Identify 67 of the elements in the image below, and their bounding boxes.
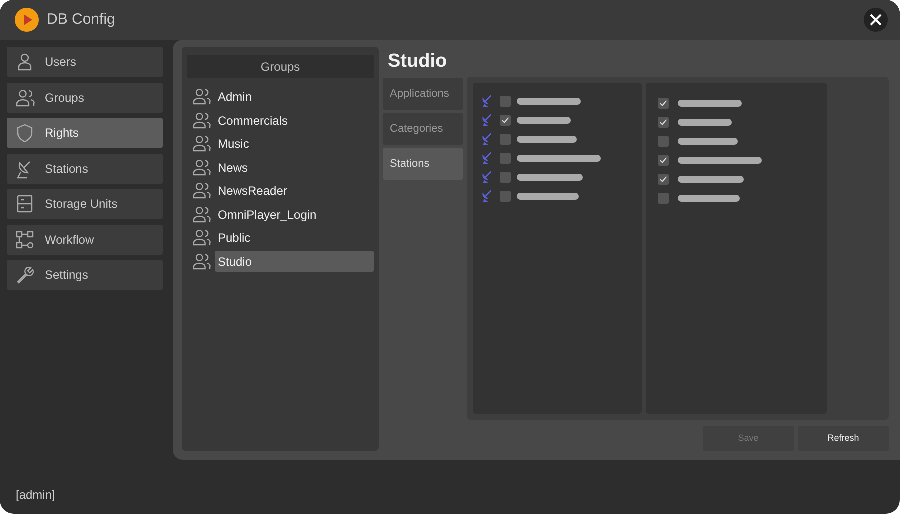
sidebar-item[interactable]: Stations [7, 154, 163, 184]
redacted-bar [517, 136, 577, 143]
redacted-bar [678, 195, 740, 202]
group-icon [192, 252, 211, 271]
group-item[interactable]: Public [215, 227, 374, 248]
group-icon [192, 181, 211, 200]
redacted-bar [517, 117, 571, 124]
sidebar-item[interactable]: Workflow [7, 224, 163, 254]
redacted-bar [678, 100, 742, 107]
group-icon [192, 158, 211, 177]
checkbox[interactable] [500, 153, 511, 164]
status-text: [admin] [15, 487, 56, 504]
checkbox[interactable] [658, 155, 669, 166]
checkbox[interactable] [658, 117, 669, 128]
checkbox[interactable] [500, 134, 511, 145]
redacted-bar [517, 98, 581, 105]
group-item[interactable]: Studio [215, 250, 374, 272]
group-item[interactable]: Admin [215, 86, 374, 108]
close-icon [870, 14, 882, 26]
redacted-bar [517, 193, 579, 200]
redacted-bar [517, 174, 583, 181]
group-icon [192, 134, 211, 154]
satellite-dish-icon [481, 133, 494, 146]
satellite-dish-icon [481, 114, 494, 127]
checkbox[interactable] [500, 96, 511, 107]
checkbox[interactable] [500, 115, 511, 126]
group-item[interactable]: News [215, 156, 374, 178]
refresh-button[interactable]: Refresh [798, 426, 889, 451]
checkbox[interactable] [658, 193, 669, 204]
list-header: Groups [187, 55, 374, 78]
sidebar-item[interactable]: Users [7, 47, 163, 77]
sidebar-item[interactable]: Storage Units [7, 189, 163, 219]
group-title: Studio [387, 50, 448, 74]
group-item[interactable]: Commercials [215, 110, 374, 131]
storage-icon [15, 194, 35, 214]
group-icon [192, 110, 211, 130]
sidebar-item[interactable]: Settings [7, 260, 163, 290]
group-item[interactable]: OmniPlayer_Login [215, 204, 374, 225]
wrench-icon [15, 265, 35, 285]
redacted-bar [678, 138, 738, 145]
play-logo-icon [15, 8, 39, 32]
sidebar-item[interactable]: Groups [7, 82, 163, 112]
window-title: DB Config [47, 10, 116, 30]
group-icon [192, 204, 211, 224]
checkbox[interactable] [500, 191, 511, 202]
checkbox[interactable] [658, 136, 669, 147]
group-icon [192, 87, 211, 106]
group-item[interactable]: NewsReader [215, 180, 374, 202]
workflow-icon [15, 230, 35, 250]
group-icon [192, 228, 211, 248]
sidebar-item[interactable]: Rights [7, 118, 163, 148]
shield-icon [15, 123, 35, 143]
tab[interactable]: Stations [383, 148, 463, 180]
checkbox[interactable] [658, 98, 669, 109]
satellite-dish-icon [481, 152, 494, 165]
group-item[interactable]: Music [215, 133, 374, 154]
close-button[interactable] [864, 8, 888, 32]
satellite-dish-icon [481, 171, 494, 184]
tab[interactable]: Applications [383, 78, 463, 110]
checkbox[interactable] [500, 172, 511, 183]
tab[interactable]: Categories [383, 113, 463, 145]
checkbox[interactable] [658, 174, 669, 185]
redacted-bar [678, 176, 744, 183]
satellite-dish-icon [481, 190, 494, 203]
group-icon [15, 88, 35, 108]
redacted-bar [678, 119, 732, 126]
satellite-dish-icon [481, 95, 494, 108]
